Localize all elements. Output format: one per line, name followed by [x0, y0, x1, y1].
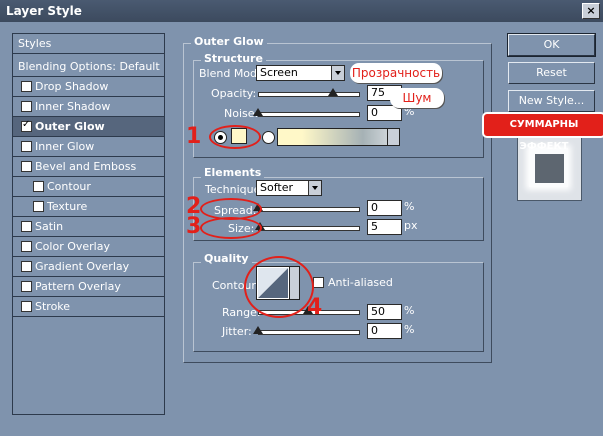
opacity-slider[interactable] [258, 92, 360, 97]
outer-glow-checkbox[interactable] [21, 119, 32, 132]
size-highlight-oval [200, 217, 262, 239]
inner-glow-checkbox[interactable] [21, 141, 32, 152]
noise-value: 0 [371, 106, 378, 119]
sidebar-item-label: Stroke [35, 300, 71, 313]
sidebar-item-bevel-and-emboss[interactable]: Bevel and Emboss [13, 157, 164, 177]
sidebar-item-label: Styles [18, 37, 52, 50]
quality-title: Quality [201, 252, 252, 265]
chevron-down-icon [308, 181, 321, 195]
sidebar-item-blending-options[interactable]: Blending Options: Default [13, 57, 164, 77]
structure-title: Structure [201, 52, 266, 65]
texture-checkbox[interactable] [33, 201, 44, 212]
sidebar-item-label: Contour [47, 180, 91, 193]
stroke-checkbox[interactable] [21, 301, 32, 312]
noise-slider-thumb[interactable] [253, 108, 263, 116]
blend-mode-value: Screen [260, 66, 298, 79]
range-input[interactable]: 50 [367, 304, 402, 320]
spread-input[interactable]: 0 [367, 200, 402, 216]
sidebar-item-stroke[interactable]: Stroke [13, 297, 164, 317]
ok-button[interactable]: OK [507, 33, 596, 57]
contour-highlight-oval [244, 256, 314, 318]
bevel-emboss-checkbox[interactable] [21, 161, 32, 172]
inner-shadow-checkbox[interactable] [21, 101, 32, 112]
range-value: 50 [371, 305, 385, 318]
color-highlight-oval [209, 125, 261, 149]
sidebar-item-label: Inner Glow [35, 140, 95, 153]
spread-value: 0 [371, 201, 378, 214]
gradient-radio[interactable] [262, 131, 275, 144]
size-value: 5 [371, 220, 378, 233]
size-unit: px [404, 219, 418, 232]
technique-value: Softer [260, 181, 293, 194]
sidebar-item-styles[interactable]: Styles [13, 34, 164, 54]
sidebar-item-pattern-overlay[interactable]: Pattern Overlay [13, 277, 164, 297]
drop-shadow-checkbox[interactable] [21, 81, 32, 92]
sidebar-item-inner-glow[interactable]: Inner Glow [13, 137, 164, 157]
sidebar-item-contour[interactable]: Contour [13, 177, 164, 197]
chevron-down-icon [331, 66, 344, 80]
noise-slider[interactable] [258, 112, 360, 117]
color-overlay-checkbox[interactable] [21, 241, 32, 252]
layer-style-dialog: Layer Style × Styles Blending Options: D… [0, 0, 603, 436]
annotation-number-3: 3 [186, 214, 202, 239]
anti-aliased-checkbox[interactable] [313, 277, 324, 288]
spread-unit: % [404, 200, 415, 213]
sidebar-item-label: Pattern Overlay [35, 280, 121, 293]
chevron-down-icon [387, 129, 399, 145]
styles-list: Styles Blending Options: Default Drop Sh… [12, 33, 165, 415]
jitter-value: 0 [371, 324, 378, 337]
gradient-picker[interactable] [277, 128, 400, 146]
sidebar-item-satin[interactable]: Satin [13, 217, 164, 237]
elements-title: Elements [201, 166, 265, 179]
sidebar-item-label: Inner Shadow [35, 100, 111, 113]
sidebar-item-label: Outer Glow [35, 120, 105, 133]
sidebar-item-label: Color Overlay [35, 240, 110, 253]
sidebar-item-gradient-overlay[interactable]: Gradient Overlay [13, 257, 164, 277]
sidebar-item-label: Bevel and Emboss [35, 160, 137, 173]
sidebar-item-label: Satin [35, 220, 64, 233]
total-effect-label: СУММАРНЫ ЭФФЕКТ [482, 112, 603, 152]
sidebar-item-outer-glow[interactable]: Outer Glow [13, 117, 164, 137]
spread-slider[interactable] [258, 207, 360, 212]
jitter-unit: % [404, 323, 415, 336]
new-style-button[interactable]: New Style... [508, 90, 595, 112]
sidebar-item-label: Drop Shadow [35, 80, 109, 93]
range-unit: % [404, 304, 415, 317]
blend-mode-select[interactable]: Screen [256, 65, 345, 81]
sidebar-item-drop-shadow[interactable]: Drop Shadow [13, 77, 164, 97]
sidebar-item-label: Gradient Overlay [35, 260, 130, 273]
gradient-overlay-checkbox[interactable] [21, 261, 32, 272]
reset-button[interactable]: Reset [508, 62, 595, 84]
transparency-callout: Прозрачность [350, 63, 442, 83]
pattern-overlay-checkbox[interactable] [21, 281, 32, 292]
technique-select[interactable]: Softer [256, 180, 322, 196]
anti-aliased-label: Anti-aliased [328, 276, 393, 289]
preview-square [535, 154, 564, 183]
jitter-slider-thumb[interactable] [253, 326, 263, 334]
sidebar-item-inner-shadow[interactable]: Inner Shadow [13, 97, 164, 117]
sidebar-item-label: Blending Options: Default [18, 60, 160, 73]
annotation-number-1: 1 [186, 124, 202, 149]
title-bar: Layer Style × [0, 0, 603, 22]
noise-callout: Шум [390, 88, 444, 108]
jitter-slider[interactable] [258, 330, 360, 335]
opacity-slider-thumb[interactable] [328, 88, 338, 96]
size-input[interactable]: 5 [367, 219, 402, 235]
sidebar-item-texture[interactable]: Texture [13, 197, 164, 217]
outer-glow-title: Outer Glow [191, 35, 267, 48]
window-title: Layer Style [6, 4, 82, 18]
opacity-value: 75 [371, 86, 385, 99]
size-slider[interactable] [258, 226, 360, 231]
contour-checkbox[interactable] [33, 181, 44, 192]
satin-checkbox[interactable] [21, 221, 32, 232]
jitter-input[interactable]: 0 [367, 323, 402, 339]
opacity-label: Opacity: [211, 87, 257, 100]
close-button[interactable]: × [582, 3, 600, 19]
sidebar-item-color-overlay[interactable]: Color Overlay [13, 237, 164, 257]
jitter-label: Jitter: [222, 325, 252, 338]
sidebar-item-label: Texture [47, 200, 88, 213]
